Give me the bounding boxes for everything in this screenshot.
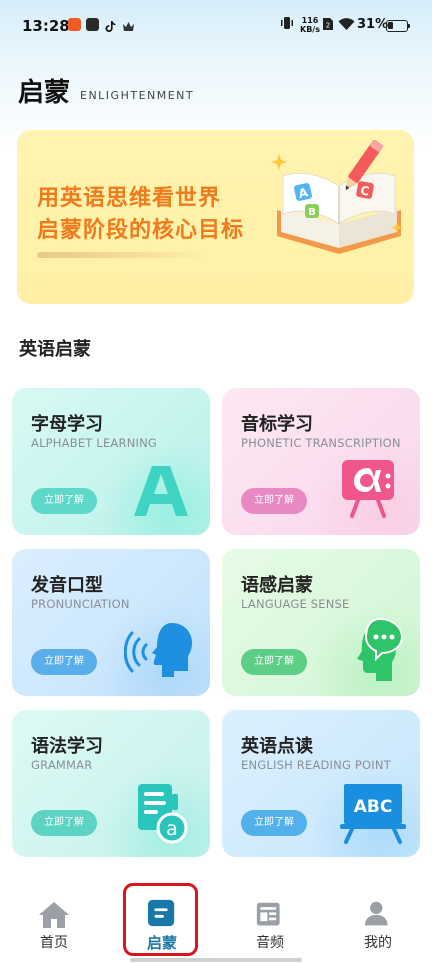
nav-item-audio[interactable]: 音频 (216, 886, 324, 956)
banner-decor-bar (37, 252, 207, 258)
tiktok-icon (104, 18, 117, 32)
learn-more-button[interactable]: 立即了解 (31, 810, 97, 836)
card-alphabet-learning[interactable]: 字母学习 ALPHABET LEARNING 立即了解 (12, 388, 210, 535)
network-speed: 116 KB/s (300, 16, 320, 34)
network-speed-value: 116 (301, 16, 319, 25)
card-title: 语法学习 (31, 736, 103, 757)
open-book-icon: A B C (271, 140, 403, 254)
svg-text:2: 2 (326, 22, 330, 30)
speaking-head-icon (124, 623, 192, 677)
nav-item-home[interactable]: 首页 (0, 886, 108, 956)
svg-text:ABC: ABC (354, 797, 393, 817)
svg-text:B: B (308, 207, 316, 218)
card-title: 发音口型 (31, 575, 103, 596)
letter-a-icon (134, 466, 188, 516)
card-phonetic-transcription[interactable]: 音标学习 PHONETIC TRANSCRIPTION 立即了解 (222, 388, 420, 535)
crown-icon (122, 18, 135, 31)
banner-subheadline: 启蒙阶段的核心目标 (37, 218, 245, 243)
promo-banner[interactable]: 用英语思维看世界 启蒙阶段的核心目标 A B C (17, 130, 414, 304)
learn-more-button[interactable]: 立即了解 (241, 649, 307, 675)
learn-more-button[interactable]: 立即了解 (31, 488, 97, 514)
section-title: 英语启蒙 (19, 339, 91, 360)
profile-icon (364, 901, 388, 926)
home-indicator[interactable] (130, 958, 302, 962)
page-title: 启蒙 (18, 78, 71, 108)
card-title: 英语点读 (241, 736, 313, 757)
status-time: 13:28 (22, 17, 70, 35)
banner-headline: 用英语思维看世界 (37, 186, 222, 211)
battery-fill (388, 22, 393, 29)
wifi-icon (338, 17, 355, 35)
card-language-sense[interactable]: 语感启蒙 LANGUAGE SENSE 立即了解 (222, 549, 420, 696)
bottom-navigation: 首页 启蒙 音频 我的 (0, 886, 432, 964)
battery-cap (408, 24, 410, 28)
card-subtitle: LANGUAGE SENSE (241, 597, 350, 611)
network-speed-unit: KB/s (300, 25, 320, 34)
card-grammar[interactable]: 语法学习 GRAMMAR 立即了解 a (12, 710, 210, 857)
abc-board-icon: ABC (340, 784, 406, 844)
nav-label: 音频 (256, 935, 284, 951)
sim-icon: 2 (322, 17, 334, 35)
card-subtitle: ENGLISH READING POINT (241, 758, 391, 772)
learn-more-button[interactable]: 立即了解 (241, 488, 307, 514)
card-pronunciation[interactable]: 发音口型 PRONUNCIATION 立即了解 (12, 549, 210, 696)
battery-percent: 31% (357, 17, 389, 32)
page-subtitle: ENLIGHTENMENT (80, 89, 195, 102)
audio-icon (256, 902, 280, 926)
learn-more-button[interactable]: 立即了解 (31, 649, 97, 675)
svg-text:a: a (166, 818, 178, 840)
card-english-reading-point[interactable]: 英语点读 ENGLISH READING POINT 立即了解 ABC (222, 710, 420, 857)
phonetic-board-icon (342, 460, 394, 518)
vibrate-icon (280, 16, 294, 34)
home-icon (39, 902, 69, 928)
active-tab-highlight (123, 883, 198, 956)
thinking-head-icon (357, 617, 404, 681)
notification-app-icon (86, 18, 99, 31)
card-title: 字母学习 (31, 414, 103, 435)
nav-item-profile[interactable]: 我的 (324, 886, 432, 956)
card-subtitle: PHONETIC TRANSCRIPTION (241, 436, 401, 450)
battery-icon (386, 20, 408, 32)
card-title: 音标学习 (241, 414, 313, 435)
card-subtitle: PRONUNCIATION (31, 597, 130, 611)
card-subtitle: GRAMMAR (31, 758, 93, 772)
card-subtitle: ALPHABET LEARNING (31, 436, 157, 450)
grammar-document-icon: a (138, 784, 188, 844)
status-bar: 13:28 116 KB/s 2 31% (0, 0, 432, 52)
learn-more-button[interactable]: 立即了解 (241, 810, 307, 836)
notification-app-icon (68, 18, 81, 31)
nav-label: 首页 (40, 935, 68, 951)
nav-label: 我的 (364, 935, 392, 951)
card-title: 语感启蒙 (241, 575, 313, 596)
